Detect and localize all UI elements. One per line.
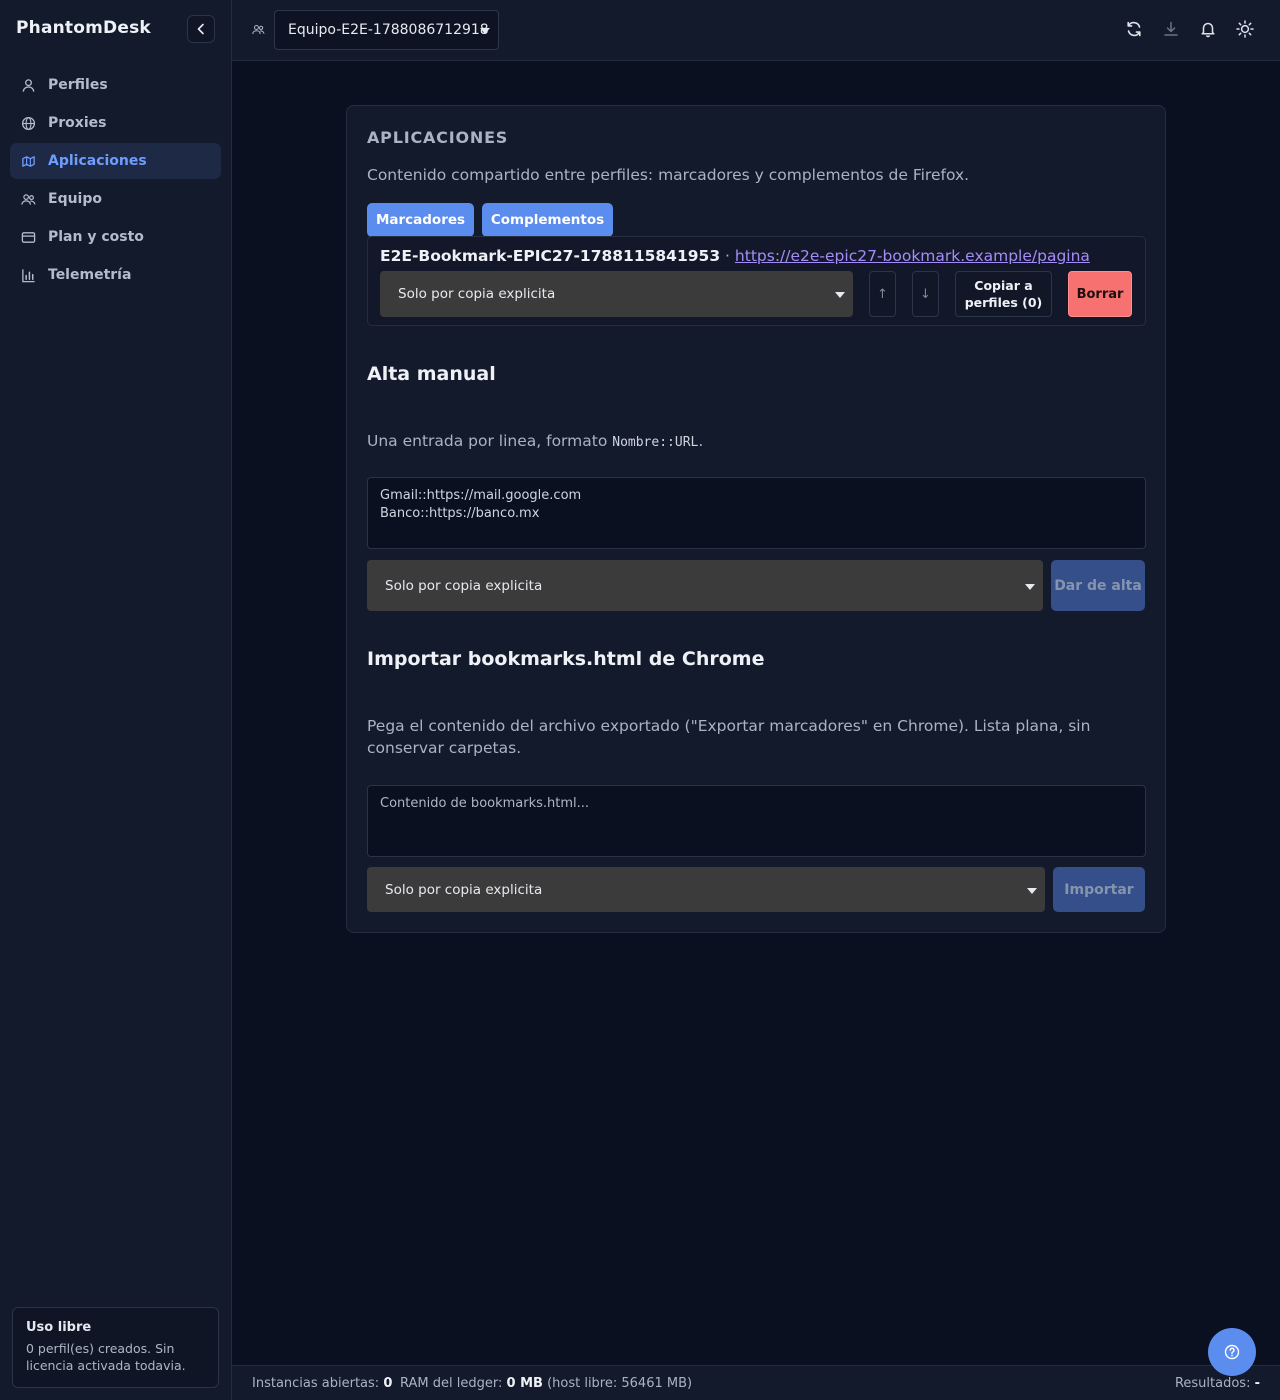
add-manual-button[interactable]: Dar de alta xyxy=(1051,560,1145,611)
topbar: Equipo-E2E-1788086712918 xyxy=(232,0,1280,61)
globe-icon xyxy=(21,116,36,130)
host-free: (host libre: 56461 MB) xyxy=(547,1376,693,1391)
chevron-left-icon xyxy=(197,23,204,35)
sidebar-item-label: Aplicaciones xyxy=(48,153,147,169)
sidebar-item-label: Proxies xyxy=(48,115,107,131)
manual-entries-textarea[interactable]: Gmail::https://mail.google.com Banco::ht… xyxy=(367,477,1146,549)
manual-desc-suffix: . xyxy=(698,432,704,450)
page-subtitle: Contenido compartido entre perfiles: mar… xyxy=(367,166,970,184)
import-description: Pega el contenido del archivo exportado … xyxy=(367,717,1091,757)
collapse-sidebar-button[interactable] xyxy=(187,15,215,43)
status-bar: Instancias abiertas: 0 RAM del ledger: 0… xyxy=(232,1365,1280,1400)
ram-label: RAM del ledger: xyxy=(400,1376,503,1391)
help-button[interactable] xyxy=(1208,1328,1256,1376)
format-code: Nombre::URL xyxy=(612,435,699,450)
apps-icon xyxy=(22,155,35,167)
bell-icon[interactable] xyxy=(1199,20,1217,38)
bookmarks-html-textarea[interactable]: Contenido de bookmarks.html... xyxy=(367,785,1146,857)
instances-label: Instancias abiertas: xyxy=(252,1376,380,1391)
credit-card-icon xyxy=(21,231,36,243)
team-select-value: Equipo-E2E-1788086712918 xyxy=(288,22,489,38)
tab-marcadores[interactable]: Marcadores xyxy=(367,203,474,237)
sidebar-item-plan-y-costo[interactable]: Plan y costo xyxy=(10,219,221,255)
refresh-icon[interactable] xyxy=(1125,20,1143,38)
import-scope-select[interactable]: Solo por copia explicita xyxy=(367,867,1045,912)
sidebar-item-equipo[interactable]: Equipo xyxy=(10,181,221,217)
sidebar-item-proxies[interactable]: Proxies xyxy=(10,105,221,141)
sidebar-item-label: Equipo xyxy=(48,191,102,207)
sidebar-nav: Perfiles Proxies Aplicaciones Equipo Pla… xyxy=(10,67,221,295)
ram-value: 0 MB xyxy=(506,1376,543,1391)
applications-card: APLICACIONES Contenido compartido entre … xyxy=(346,105,1166,933)
sidebar-item-label: Telemetría xyxy=(48,267,132,283)
instances-value: 0 xyxy=(383,1376,393,1391)
user-icon xyxy=(22,78,35,92)
team-select[interactable]: Equipo-E2E-1788086712918 xyxy=(274,10,499,50)
license-status: Uso libre 0 perfil(es) creados. Sin lice… xyxy=(12,1307,219,1388)
download-icon[interactable] xyxy=(1162,20,1180,38)
import-title: Importar bookmarks.html de Chrome xyxy=(367,648,765,670)
sidebar-item-telemetria[interactable]: Telemetría xyxy=(10,257,221,293)
help-icon xyxy=(1224,1344,1240,1360)
bookmark-scope-value: Solo por copia explicita xyxy=(398,286,556,302)
ram-status: RAM del ledger: 0 MB (host libre: 56461 … xyxy=(400,1376,692,1391)
team-icon xyxy=(21,193,36,205)
manual-add-title: Alta manual xyxy=(367,363,496,385)
import-scope-value: Solo por copia explicita xyxy=(385,881,543,898)
copy-to-profiles-button[interactable]: Copiar a perfiles (0) xyxy=(955,271,1052,317)
manual-add-description: Una entrada por linea, formato Nombre::U… xyxy=(367,430,703,454)
page-title: APLICACIONES xyxy=(367,128,509,147)
instances-status: Instancias abiertas: 0 xyxy=(252,1376,392,1391)
brand-logo: PhantomDesk xyxy=(16,18,151,38)
team-icon xyxy=(252,24,265,35)
import-button[interactable]: Importar xyxy=(1053,867,1145,912)
sidebar-item-label: Plan y costo xyxy=(48,229,144,245)
results-label: Resultados: xyxy=(1174,1376,1251,1391)
manual-scope-select[interactable]: Solo por copia explicita xyxy=(367,560,1043,611)
bookmark-name: E2E-Bookmark-EPIC27-1788115841953 xyxy=(380,247,721,265)
bookmark-url-link[interactable]: https://e2e-epic27-bookmark.example/pagi… xyxy=(735,247,1090,265)
move-down-button[interactable]: ↓ xyxy=(912,271,939,317)
license-title: Uso libre xyxy=(26,1320,92,1335)
delete-bookmark-button[interactable]: Borrar xyxy=(1068,271,1132,317)
chevron-down-icon xyxy=(1025,583,1035,590)
results-value: - xyxy=(1254,1376,1260,1391)
chevron-down-icon xyxy=(1027,887,1037,894)
license-text: 0 perfil(es) creados. Sin licencia activ… xyxy=(26,1341,186,1373)
sun-icon[interactable] xyxy=(1236,20,1254,38)
bookmark-separator: · xyxy=(725,247,730,265)
manual-desc-prefix: Una entrada por linea, formato xyxy=(367,432,613,450)
bookmark-header: E2E-Bookmark-EPIC27-1788115841953 · http… xyxy=(380,247,1090,265)
bookmark-scope-select[interactable]: Solo por copia explicita xyxy=(380,271,853,317)
sidebar-item-perfiles[interactable]: Perfiles xyxy=(10,67,221,103)
top-actions xyxy=(1125,20,1254,38)
move-up-button[interactable]: ↑ xyxy=(869,271,896,317)
sidebar: PhantomDesk Perfiles Proxies Aplicacione… xyxy=(0,0,232,1400)
chevron-down-icon xyxy=(480,28,490,34)
bar-chart-icon xyxy=(22,268,35,282)
sidebar-item-aplicaciones[interactable]: Aplicaciones xyxy=(10,143,221,179)
results-status: Resultados: - xyxy=(1175,1376,1260,1391)
sidebar-item-label: Perfiles xyxy=(48,77,108,93)
manual-scope-value: Solo por copia explicita xyxy=(385,577,543,594)
bookmark-item: E2E-Bookmark-EPIC27-1788115841953 · http… xyxy=(367,236,1146,326)
chevron-down-icon xyxy=(835,292,845,298)
tab-complementos[interactable]: Complementos xyxy=(482,203,613,237)
